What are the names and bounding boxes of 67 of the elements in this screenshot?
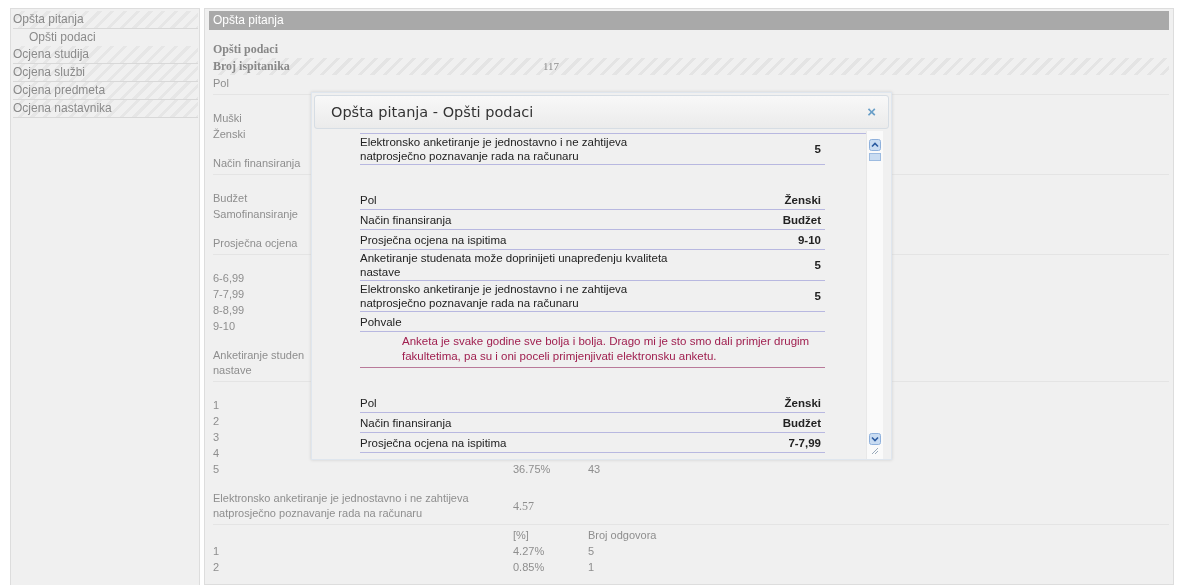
sidebar-item[interactable]: Ocjena službi — [13, 64, 198, 82]
dialog-title: Opšta pitanja - Opšti podaci — [331, 104, 534, 120]
question-text: Elektronsko anketiranje je jednostavno i ne zahtijeva — [213, 492, 469, 504]
field-label: Pohvale — [360, 314, 403, 329]
field-value: Ženski — [784, 192, 822, 207]
comment-text: Anketa je svake godine sve bolja i bolja. Drago mi je sto smo dali primjer drugim fakultetima, pa su i oni poceli primjenjivati elektronsku anketu. — [402, 334, 811, 364]
close-button[interactable]: × — [865, 104, 878, 120]
field-value: Ženski — [784, 395, 822, 410]
table-cell-text: 36.75% — [513, 462, 552, 477]
question-text: Anketiranje studen — [213, 349, 305, 361]
resize-grip-icon[interactable] — [871, 447, 879, 455]
table-cell-text: 5 — [588, 544, 596, 559]
column-header: Broj odgovora — [588, 528, 658, 543]
question-text: Pol — [213, 77, 229, 89]
option-label: 7-7,99 — [213, 288, 245, 300]
scroll-up-icon[interactable] — [869, 139, 881, 151]
question-text: nastave — [213, 364, 252, 376]
option-label: 5 — [213, 463, 220, 475]
option-label: Samofinansiranje — [213, 208, 298, 220]
option-label: 1 — [213, 399, 220, 411]
scroll-thumb[interactable] — [869, 153, 881, 161]
option-label: 8-8,99 — [213, 304, 245, 316]
option-label: 2 — [213, 561, 220, 573]
count-label: Broj ispitanika — [213, 58, 291, 75]
average-value: 4.57 — [513, 498, 534, 514]
scroll-down-icon[interactable] — [869, 433, 881, 445]
option-label: 6-6,99 — [213, 272, 245, 284]
sidebar-item[interactable]: Opšta pitanja — [13, 11, 198, 29]
question-text: Način finansiranja — [213, 157, 301, 169]
field-label: Pol — [360, 395, 378, 410]
section-header: Opšta pitanja — [209, 11, 1169, 30]
field-value: 9-10 — [797, 232, 822, 247]
column-header: [%] — [513, 528, 530, 543]
table-cell-text: 0.85% — [513, 560, 546, 575]
scrollbar[interactable] — [866, 131, 883, 459]
table-cell-text: 4.27% — [513, 544, 546, 559]
option-label: Ženski — [213, 128, 246, 140]
field-value: Budžet — [782, 212, 822, 227]
option-label: Muški — [213, 112, 242, 124]
sidebar-item[interactable]: Ocjena studija — [13, 46, 198, 64]
option-label: Budžet — [213, 192, 248, 204]
field-label: Prosječna ocjena na ispitima — [360, 232, 508, 247]
table-cell-text: 43 — [588, 462, 602, 477]
field-label: Način finansiranja — [360, 415, 453, 430]
field-label: Anketiranje studenata može doprinijeti unapređenju kvaliteta nastave — [360, 251, 669, 279]
sidebar-item[interactable]: Ocjena nastavnika — [13, 100, 198, 118]
count-value: 117 — [543, 59, 560, 74]
table-cell-text: 1 — [588, 560, 596, 575]
option-label: 1 — [213, 545, 220, 557]
field-label: Prosječna ocjena na ispitima — [360, 435, 508, 450]
option-label: 4 — [213, 447, 220, 459]
field-label: Elektronsko anketiranje je jednostavno i ne zahtijeva natprosječno poznavanje rada na računaru — [360, 135, 629, 163]
question-text: Prosječna ocjena — [213, 237, 298, 249]
field-label: Način finansiranja — [360, 212, 453, 227]
field-label: Pol — [360, 192, 378, 207]
field-value: 5 — [814, 289, 822, 303]
field-value: 5 — [814, 142, 822, 156]
option-label: 2 — [213, 415, 220, 427]
question-text: natprosječno poznavanje rada na računaru — [213, 507, 423, 519]
sidebar-item[interactable]: Ocjena predmeta — [13, 82, 198, 100]
option-label: 9-10 — [213, 320, 236, 332]
field-value: Budžet — [782, 415, 822, 430]
field-value: 7-7,99 — [788, 435, 822, 450]
option-label: 3 — [213, 431, 220, 443]
field-value: 5 — [814, 258, 822, 272]
section-heading: Opšti podaci — [213, 41, 279, 58]
field-label: Elektronsko anketiranje je jednostavno i ne zahtijeva natprosječno poznavanje rada na računaru — [360, 282, 629, 310]
